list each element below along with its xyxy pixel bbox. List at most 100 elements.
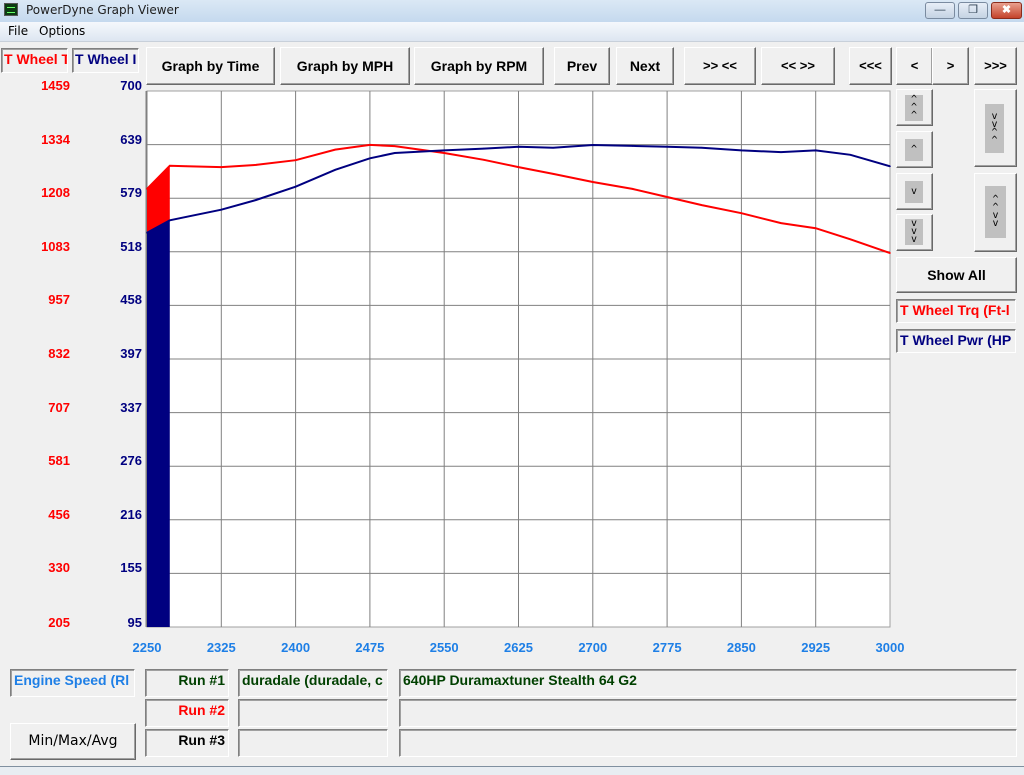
left-y-tick-label: 1083 <box>41 238 70 254</box>
right-y-tick-label: 639 <box>120 131 142 147</box>
left-y-tick-label: 456 <box>48 506 70 522</box>
torque-data-point <box>814 227 817 230</box>
legend-power[interactable]: T Wheel Pwr (HP <box>896 329 1016 353</box>
scroll-first-button[interactable]: <<< <box>849 47 892 85</box>
scroll-left-button[interactable]: < <box>896 47 933 85</box>
power-data-point <box>889 165 891 168</box>
scroll-last-button[interactable]: >>> <box>974 47 1017 85</box>
power-data-point <box>334 169 337 171</box>
run-2-description-field[interactable] <box>399 699 1017 727</box>
scroll-down-fast-button[interactable]: vvv <box>896 214 933 251</box>
window-title: PowerDyne Graph Viewer <box>26 3 179 17</box>
next-button[interactable]: Next <box>616 47 674 85</box>
torque-data-point <box>393 145 396 147</box>
run-2-name-field[interactable] <box>238 699 388 727</box>
triple-chevron-up-icon: ^ ^ ^ <box>905 95 923 121</box>
zoom-in-button[interactable]: >> << <box>684 47 756 85</box>
torque-data-point <box>146 188 148 190</box>
oscilloscope-icon <box>4 3 18 16</box>
run-3-name-field[interactable] <box>238 729 388 757</box>
power-data-point <box>393 152 396 154</box>
power-data-point <box>700 146 703 149</box>
power-data-point <box>780 151 782 153</box>
run-3-label: Run #3 <box>145 729 229 757</box>
torque-data-point <box>483 159 485 161</box>
power-data-point <box>483 147 485 150</box>
torque-data-point <box>294 159 297 162</box>
graph-by-mph-button[interactable]: Graph by MPH <box>280 47 410 85</box>
triple-chevron-down-icon: vvv <box>905 219 923 245</box>
right-y-tick-label: 518 <box>120 238 142 254</box>
left-y-tick-label: 957 <box>48 292 70 308</box>
scroll-up-button[interactable]: ^ <box>896 131 933 168</box>
right-y-tick-label: 95 <box>127 615 142 630</box>
power-data-point <box>185 216 188 218</box>
power-data-point <box>631 145 634 147</box>
right-y-tick-label: 216 <box>120 506 142 522</box>
run-1-name-field[interactable]: duradale (duradale, c <box>238 669 388 697</box>
left-y-tick-label: 707 <box>48 399 70 415</box>
right-y-tick-label: 700 <box>120 78 142 93</box>
menu-file[interactable]: File <box>8 24 28 38</box>
x-channel-field[interactable]: Engine Speed (Rl <box>10 669 135 697</box>
power-data-point <box>517 146 520 148</box>
run-1-description-field[interactable]: 640HP Duramaxtuner Stealth 64 G2 <box>399 669 1017 697</box>
expand-scale-bottom-button[interactable]: ^ ^ v v <box>974 173 1017 252</box>
torque-data-point <box>592 181 594 183</box>
power-fill-region <box>147 220 170 627</box>
left-y-tick-label: 1208 <box>41 185 70 201</box>
power-data-point <box>666 146 668 148</box>
maximize-button[interactable]: ❐ <box>958 2 988 19</box>
power-data-point <box>849 153 852 156</box>
x-tick-label: 2550 <box>429 640 459 655</box>
right-y-tick-label: 276 <box>120 453 142 469</box>
min-max-avg-button[interactable]: Min/Max/Avg <box>10 723 136 760</box>
show-all-button[interactable]: Show All <box>896 257 1017 293</box>
zoom-out-button[interactable]: << >> <box>761 47 835 85</box>
scroll-up-fast-button[interactable]: ^ ^ ^ <box>896 89 933 126</box>
expand-chevrons-icon: v v ^ ^ <box>985 104 1004 153</box>
power-data-point <box>255 199 257 201</box>
expand-scale-top-button[interactable]: v v ^ ^ <box>974 89 1017 167</box>
scroll-down-button[interactable]: v <box>896 173 933 210</box>
torque-data-point <box>369 144 371 146</box>
graph-by-rpm-button[interactable]: Graph by RPM <box>414 47 544 85</box>
torque-data-point <box>220 166 223 168</box>
power-data-point <box>443 149 446 152</box>
prev-button[interactable]: Prev <box>554 47 610 85</box>
x-tick-label: 2625 <box>504 640 533 655</box>
x-tick-label: 2700 <box>578 640 608 655</box>
title-bar: PowerDyne Graph Viewer — ❐ ✖ <box>0 0 1024 23</box>
minimize-button[interactable]: — <box>925 2 955 19</box>
power-data-point <box>220 208 223 211</box>
x-tick-label: 2775 <box>652 640 682 655</box>
power-data-point <box>168 219 171 222</box>
power-data-point <box>814 149 817 152</box>
x-tick-label: 2250 <box>132 640 162 655</box>
torque-data-point <box>666 196 668 198</box>
run-3-description-field[interactable] <box>399 729 1017 757</box>
right-y-tick-label: 397 <box>120 346 142 361</box>
graph-by-time-button[interactable]: Graph by Time <box>146 47 275 85</box>
left-axis-channel-field[interactable]: T Wheel T <box>1 48 68 73</box>
x-tick-label: 2325 <box>206 640 236 655</box>
power-data-point <box>146 231 148 234</box>
x-tick-label: 2850 <box>726 640 756 655</box>
torque-data-point <box>849 238 852 241</box>
torque-data-point <box>443 152 446 154</box>
close-button[interactable]: ✖ <box>991 2 1022 19</box>
power-data-point <box>592 144 594 146</box>
x-tick-label: 2400 <box>281 640 311 655</box>
power-data-point <box>369 157 371 160</box>
power-data-point <box>740 149 743 152</box>
scroll-right-button[interactable]: > <box>932 47 969 85</box>
torque-data-point <box>780 222 782 224</box>
right-axis-channel-field[interactable]: T Wheel I <box>72 48 139 73</box>
left-y-tick-label: 581 <box>48 453 70 469</box>
run-2-label: Run #2 <box>145 699 229 727</box>
power-data-point <box>294 185 297 188</box>
menu-options[interactable]: Options <box>39 24 85 38</box>
x-tick-label: 2475 <box>355 640 385 655</box>
torque-data-point <box>168 165 171 167</box>
legend-torque[interactable]: T Wheel Trq (Ft-l <box>896 299 1016 323</box>
